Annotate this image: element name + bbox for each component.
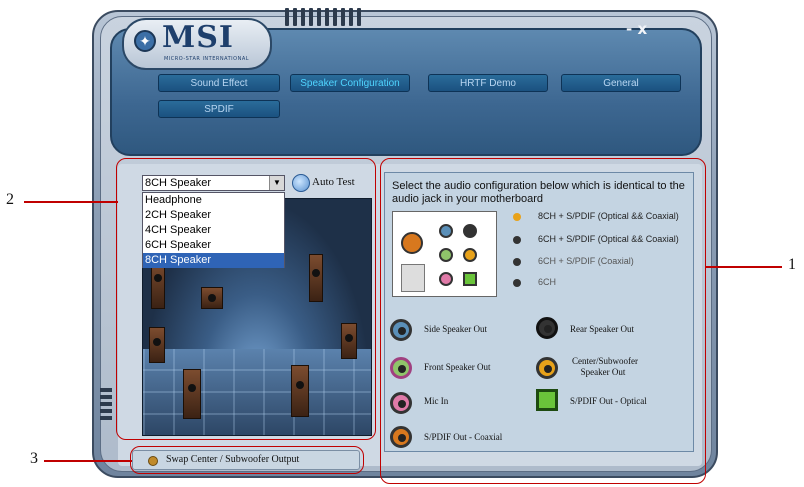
callout-box-3: [130, 446, 364, 474]
tab-speaker-configuration[interactable]: Speaker Configuration: [290, 74, 410, 92]
callout-label-1: 1: [788, 256, 796, 273]
tab-hrtf-demo[interactable]: HRTF Demo: [428, 74, 548, 92]
callout-box-1: [380, 158, 706, 484]
window-controls[interactable]: - x: [626, 20, 647, 38]
callout-line-2: [24, 201, 118, 203]
logo-text: MSI: [162, 20, 234, 55]
tab-sound-effect[interactable]: Sound Effect: [158, 74, 280, 92]
callout-line-3: [44, 460, 132, 462]
tab-spdif[interactable]: SPDIF: [158, 100, 280, 118]
tab-general[interactable]: General: [561, 74, 681, 92]
drag-grip[interactable]: [285, 8, 361, 28]
callout-label-2: 2: [6, 191, 14, 208]
logo-subtext: MICRO-STAR INTERNATIONAL: [164, 56, 250, 62]
callout-label-3: 3: [30, 450, 38, 467]
callout-line-1: [706, 266, 782, 268]
msi-emblem-icon: ✦: [134, 30, 156, 52]
side-grip: [100, 388, 112, 420]
callout-box-2: [116, 158, 376, 440]
